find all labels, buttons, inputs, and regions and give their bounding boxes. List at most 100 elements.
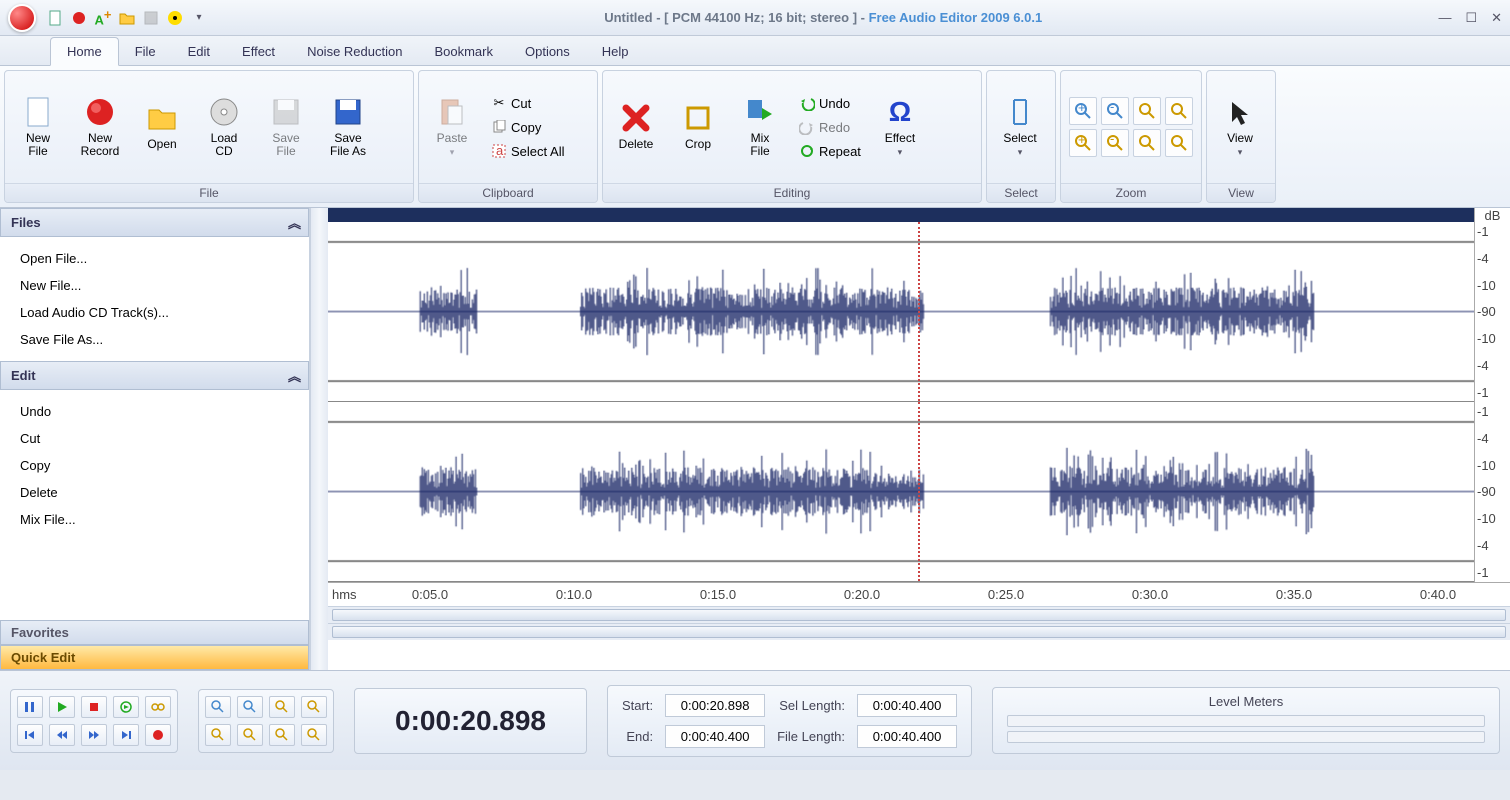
paste-button[interactable]: Paste ▾ [423,75,481,179]
panel-header-favorites[interactable]: Favorites [0,620,309,645]
mix-file-label: Mix File [750,132,769,158]
playback-cursor[interactable] [918,402,920,581]
tab-options[interactable]: Options [509,38,586,65]
go-end-button[interactable] [113,724,139,746]
redo-button[interactable]: Redo [793,116,867,138]
select-button[interactable]: Select ▾ [991,75,1049,179]
panel-item-undo[interactable]: Undo [0,398,309,425]
panel-item-cut[interactable]: Cut [0,425,309,452]
cut-button[interactable]: ✂Cut [485,92,570,114]
font-icon[interactable]: A+ [94,9,112,27]
undo-button[interactable]: Undo [793,92,867,114]
loop-button[interactable] [145,696,171,718]
zoom-v4-button[interactable] [301,724,327,746]
tab-help[interactable]: Help [586,38,645,65]
panel-item-delete[interactable]: Delete [0,479,309,506]
tab-home[interactable]: Home [50,37,119,66]
open-folder-icon[interactable] [118,9,136,27]
db-label: -10 [1477,278,1508,293]
effect-button[interactable]: Ω Effect ▾ [871,75,929,179]
panel-item-copy[interactable]: Copy [0,452,309,479]
new-file-icon [22,96,54,128]
pause-button[interactable] [17,696,43,718]
time-ruler[interactable]: hms 0:05.0 0:10.0 0:15.0 0:20.0 0:25.0 0… [328,582,1510,606]
panel-item-open-file[interactable]: Open File... [0,245,309,272]
qat-dropdown-icon[interactable]: ▾ [190,9,208,27]
load-cd-button[interactable]: Load CD [195,75,253,179]
waveform-header[interactable] [328,208,1474,222]
ribbon-group-file-label: File [5,183,413,202]
record-icon[interactable] [70,9,88,27]
file-length-value[interactable]: 0:00:40.400 [857,725,957,748]
horizontal-scrollbar-2[interactable] [328,623,1510,640]
svg-text:-: - [1110,134,1114,146]
end-value[interactable]: 0:00:40.400 [665,725,765,748]
delete-button[interactable]: Delete [607,75,665,179]
select-all-button[interactable]: aSelect All [485,140,570,162]
zoom-v-in-button[interactable]: + [1069,129,1097,157]
play-loop-button[interactable] [113,696,139,718]
playback-cursor[interactable] [918,222,920,401]
repeat-button[interactable]: Repeat [793,140,867,162]
zoom-out-button[interactable]: - [1101,97,1129,125]
open-button[interactable]: Open [133,75,191,179]
view-button[interactable]: View ▾ [1211,75,1269,179]
start-value[interactable]: 0:00:20.898 [665,694,765,717]
stop-button[interactable] [81,696,107,718]
panel-item-new-file[interactable]: New File... [0,272,309,299]
status-bar: 0:00:20.898 Start: 0:00:20.898 Sel Lengt… [0,670,1510,770]
tab-edit[interactable]: Edit [172,38,226,65]
record-button[interactable] [145,724,171,746]
app-orb-button[interactable] [8,4,36,32]
new-record-button[interactable]: New Record [71,75,129,179]
go-start-button[interactable] [17,724,43,746]
waveform-channel-left[interactable] [328,222,1474,402]
zoom-in-button[interactable]: + [1069,97,1097,125]
zoom-in-h-button[interactable] [205,696,231,718]
forward-button[interactable] [81,724,107,746]
zoom-v3-button[interactable] [269,724,295,746]
sel-length-value[interactable]: 0:00:40.400 [857,694,957,717]
zoom-right-button[interactable] [1165,129,1193,157]
play-button[interactable] [49,696,75,718]
save-file-as-button[interactable]: Save File As [319,75,377,179]
maximize-button[interactable]: ☐ [1465,10,1477,26]
zoom-out-h-button[interactable] [237,696,263,718]
panel-header-edit[interactable]: Edit ︽ [0,361,309,390]
waveform-channel-right[interactable] [328,402,1474,582]
radiation-icon[interactable] [166,9,184,27]
zoom-in-v-button[interactable] [205,724,231,746]
panel-header-files[interactable]: Files ︽ [0,208,309,237]
zoom-fit-button[interactable] [1165,97,1193,125]
zoom-sel-h-button[interactable] [269,696,295,718]
panel-item-save-file-as[interactable]: Save File As... [0,326,309,353]
save-icon[interactable] [142,9,160,27]
sidebar-scrollbar[interactable] [310,208,328,670]
zoom-full-h-button[interactable] [301,696,327,718]
new-file-icon[interactable] [46,9,64,27]
horizontal-scrollbar-1[interactable] [328,606,1510,623]
new-file-button[interactable]: New File [9,75,67,179]
zoom-v-out-button[interactable]: - [1101,129,1129,157]
panel-header-quick-edit[interactable]: Quick Edit [0,645,309,670]
db-label: -4 [1477,431,1508,446]
mix-file-button[interactable]: Mix File [731,75,789,179]
tab-bookmark[interactable]: Bookmark [418,38,509,65]
copy-button[interactable]: Copy [485,116,570,138]
zoom-left-button[interactable] [1133,129,1161,157]
tab-file[interactable]: File [119,38,172,65]
minimize-button[interactable]: — [1438,10,1451,26]
rewind-button[interactable] [49,724,75,746]
waveform-area: dB -1 -4 -10 -90 -10 -4 -1 -1 -4 -10 [328,208,1510,670]
tab-effect[interactable]: Effect [226,38,291,65]
panel-item-mix-file[interactable]: Mix File... [0,506,309,533]
time-tick: 0:20.0 [790,587,934,602]
zoom-out-v-button[interactable] [237,724,263,746]
close-button[interactable]: ✕ [1491,10,1502,26]
new-file-label: New File [26,132,50,158]
save-file-button[interactable]: Save File [257,75,315,179]
panel-item-load-cd[interactable]: Load Audio CD Track(s)... [0,299,309,326]
crop-button[interactable]: Crop [669,75,727,179]
tab-noise-reduction[interactable]: Noise Reduction [291,38,418,65]
zoom-sel-button[interactable] [1133,97,1161,125]
